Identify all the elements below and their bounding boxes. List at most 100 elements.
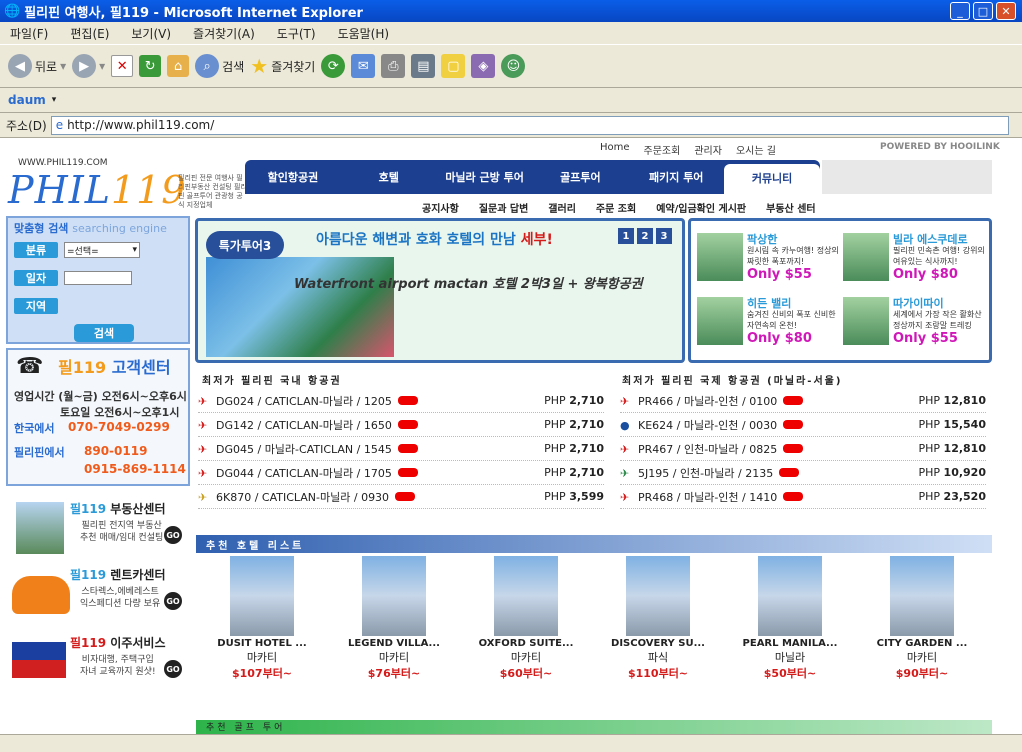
menu-view[interactable]: 보기(V): [131, 25, 171, 42]
flight-row[interactable]: ✈ DG045 / 마닐라-CATICLAN / 1545 PHP 2,710: [198, 437, 604, 461]
hotel-name: DUSIT HOTEL ...: [217, 638, 307, 649]
date-input[interactable]: [64, 271, 132, 285]
edit-icon[interactable]: ▤: [411, 54, 436, 78]
promo-page-2[interactable]: 2: [637, 228, 653, 244]
promo-banner[interactable]: 특가투어3 아름다운 해변과 호화 호텔의 만남 세부! 1 2 3 Water…: [195, 218, 685, 363]
close-button[interactable]: ✕: [996, 2, 1016, 20]
subnav-reservation[interactable]: 예약/입금확인 게시판: [656, 200, 746, 215]
hotel-card[interactable]: LEGEND VILLA... 마카티 $76부터~: [328, 556, 460, 686]
top-link-admin[interactable]: 관리자: [694, 142, 722, 157]
search-title: 맞춤형 검색 searching engine: [14, 220, 167, 236]
top-link-orders[interactable]: 주문조회: [644, 142, 681, 157]
nav-manila-tours[interactable]: 마닐라 근방 투어: [437, 169, 533, 185]
subnav-qna[interactable]: 질문과 답변: [479, 200, 528, 215]
minimize-button[interactable]: _: [950, 2, 970, 20]
daum-logo-icon[interactable]: daum: [8, 93, 46, 107]
side-rentcar-go-button[interactable]: GO: [164, 592, 182, 610]
menu-favorites[interactable]: 즐겨찾기(A): [193, 25, 255, 42]
hotel-card[interactable]: DISCOVERY SU... 파식 $110부터~: [592, 556, 724, 686]
flight-row[interactable]: ✈ PR466 / 마닐라-인천 / 0100 PHP 12,810: [620, 389, 986, 413]
maximize-button[interactable]: □: [973, 2, 993, 20]
flight-row[interactable]: ✈ DG024 / CATICLAN-마닐라 / 1205 PHP 2,710: [198, 389, 604, 413]
menu-file[interactable]: 파일(F): [10, 25, 48, 42]
favorites-button[interactable]: ★ 즐겨찾기: [250, 54, 315, 78]
top-link-directions[interactable]: 오시는 길: [736, 142, 776, 157]
cs-ph-phone2: 0915-869-1114: [84, 462, 186, 476]
airline-icon: ●: [620, 418, 630, 432]
back-button[interactable]: ◀ 뒤로 ▾: [8, 54, 66, 78]
flight-row[interactable]: ✈ PR468 / 마닐라-인천 / 1410 PHP 23,520: [620, 485, 986, 509]
category-select[interactable]: =선택= ▾: [64, 242, 140, 258]
search-submit-button[interactable]: 검색: [74, 324, 134, 342]
airline-icon: ✈: [198, 418, 208, 432]
hotel-card[interactable]: DUSIT HOTEL ... 마카티 $107부터~: [196, 556, 328, 686]
stop-icon[interactable]: ✕: [111, 55, 134, 77]
flight-currency: PHP: [918, 490, 941, 503]
site-logo[interactable]: PHIL119: [8, 168, 186, 212]
links-dropdown-icon[interactable]: ▾: [52, 95, 57, 105]
side-realestate-title: 필119 부동산센터: [70, 500, 165, 517]
menu-edit[interactable]: 편집(E): [70, 25, 109, 42]
deal-item[interactable]: 팍상한 원시림 속 카누여행! 정상의 짜릿한 폭포까지! Only $55: [691, 227, 839, 289]
deal-item[interactable]: 따가이따이 세계에서 가장 작은 활화산 정상까지 조랑말 트레킹 Only $…: [837, 291, 985, 353]
hotel-price: $50부터~: [763, 667, 817, 680]
flight-row[interactable]: ✈ PR467 / 인천-마닐라 / 0825 PHP 12,810: [620, 437, 986, 461]
hot-badge-icon: [783, 492, 804, 501]
refresh-icon[interactable]: ↻: [139, 55, 162, 77]
search-title-en: searching engine: [72, 222, 167, 235]
flight-row[interactable]: ● KE624 / 마닐라-인천 / 0030 PHP 15,540: [620, 413, 986, 437]
menu-help[interactable]: 도움말(H): [338, 25, 390, 42]
flight-currency: PHP: [918, 442, 941, 455]
nav-package[interactable]: 패키지 투어: [628, 169, 724, 185]
deal-item[interactable]: 빌라 에스쿠데로 필리핀 민속촌 여행! 강위의 여유있는 식사까지! Only…: [837, 227, 985, 289]
promo-page-1[interactable]: 1: [618, 228, 634, 244]
discuss-icon[interactable]: ▢: [441, 54, 466, 78]
flight-row[interactable]: ✈ DG142 / CATICLAN-마닐라 / 1650 PHP 2,710: [198, 413, 604, 437]
flight-row[interactable]: ✈ DG044 / CATICLAN-마닐라 / 1705 PHP 2,710: [198, 461, 604, 485]
back-dropdown-icon[interactable]: ▾: [60, 59, 66, 73]
search-button[interactable]: ⌕ 검색: [195, 54, 244, 78]
top-link-home[interactable]: Home: [600, 142, 630, 157]
cs-ph-label: 필리핀에서: [14, 446, 65, 459]
hotel-card[interactable]: PEARL MANILA... 마닐라 $50부터~: [724, 556, 856, 686]
hotel-card[interactable]: CITY GARDEN ... 마카티 $90부터~: [856, 556, 988, 686]
flight-row[interactable]: ✈ 5J195 / 인천-마닐라 / 2135 PHP 10,920: [620, 461, 986, 485]
history-icon[interactable]: ⟳: [321, 54, 346, 78]
side-immigration-title-text: 이주서비스: [110, 636, 166, 650]
side-immigration-go-button[interactable]: GO: [164, 660, 182, 678]
nav-hotels[interactable]: 호텔: [341, 169, 437, 185]
mail-icon[interactable]: ✉: [351, 54, 376, 78]
deal-desc: 세계에서 가장 작은 활화산 정상까지 조랑말 트레킹: [893, 310, 982, 330]
side-realestate-go-button[interactable]: GO: [164, 526, 182, 544]
subnav-order[interactable]: 주문 조회: [596, 200, 636, 215]
back-label: 뒤로: [35, 59, 58, 74]
side-realestate[interactable]: 필119 부동산센터 필리핀 전지역 부동산 추천 매매/임대 컨설팅 GO: [6, 496, 190, 560]
flight-code: 6K870 / CATICLAN-마닐라 / 0930: [216, 490, 390, 504]
promo-page-3[interactable]: 3: [656, 228, 672, 244]
deal-price: Only $80: [747, 331, 812, 346]
flight-row[interactable]: ✈ 6K870 / CATICLAN-마닐라 / 0930 PHP 3,599: [198, 485, 604, 509]
address-url: http://www.phil119.com/: [67, 118, 215, 132]
side-rentcar[interactable]: 필119 렌트카센터 스타렉스,에베레스트 익스페디션 다량 보유 GO: [6, 562, 190, 626]
home-icon[interactable]: ⌂: [167, 55, 190, 77]
airline-icon: ✈: [620, 394, 630, 408]
nav-golf[interactable]: 골프투어: [532, 169, 628, 185]
hotel-card[interactable]: OXFORD SUITE... 마카티 $60부터~: [460, 556, 592, 686]
subnav-notice[interactable]: 공지사항: [422, 200, 459, 215]
side-immigration[interactable]: 필119 이주서비스 비자대행, 주택구입 자녀 교육까지 원샷! GO: [6, 630, 190, 694]
nav-flights[interactable]: 할인항공권: [245, 169, 341, 185]
subnav-realestate[interactable]: 부동산 센터: [766, 200, 815, 215]
side-realestate-desc2: 추천 매매/임대 컨설팅: [80, 533, 164, 543]
site-domain: WWW.PHIL119.COM: [18, 158, 108, 168]
forward-button[interactable]: ▶ ▾: [72, 54, 105, 78]
messenger-icon[interactable]: ☺: [501, 54, 526, 78]
nav-community[interactable]: 커뮤니티: [724, 164, 820, 194]
status-bar: [0, 734, 1022, 752]
research-icon[interactable]: ◈: [471, 54, 496, 78]
menu-tools[interactable]: 도구(T): [277, 25, 316, 42]
print-icon[interactable]: ⎙: [381, 54, 406, 78]
forward-dropdown-icon[interactable]: ▾: [99, 59, 105, 73]
deal-item[interactable]: 히든 밸리 숨겨진 신비의 폭포 신비한 자연속의 온천! Only $80: [691, 291, 839, 353]
subnav-gallery[interactable]: 갤러리: [548, 200, 576, 215]
address-input[interactable]: e http://www.phil119.com/: [50, 115, 1009, 135]
